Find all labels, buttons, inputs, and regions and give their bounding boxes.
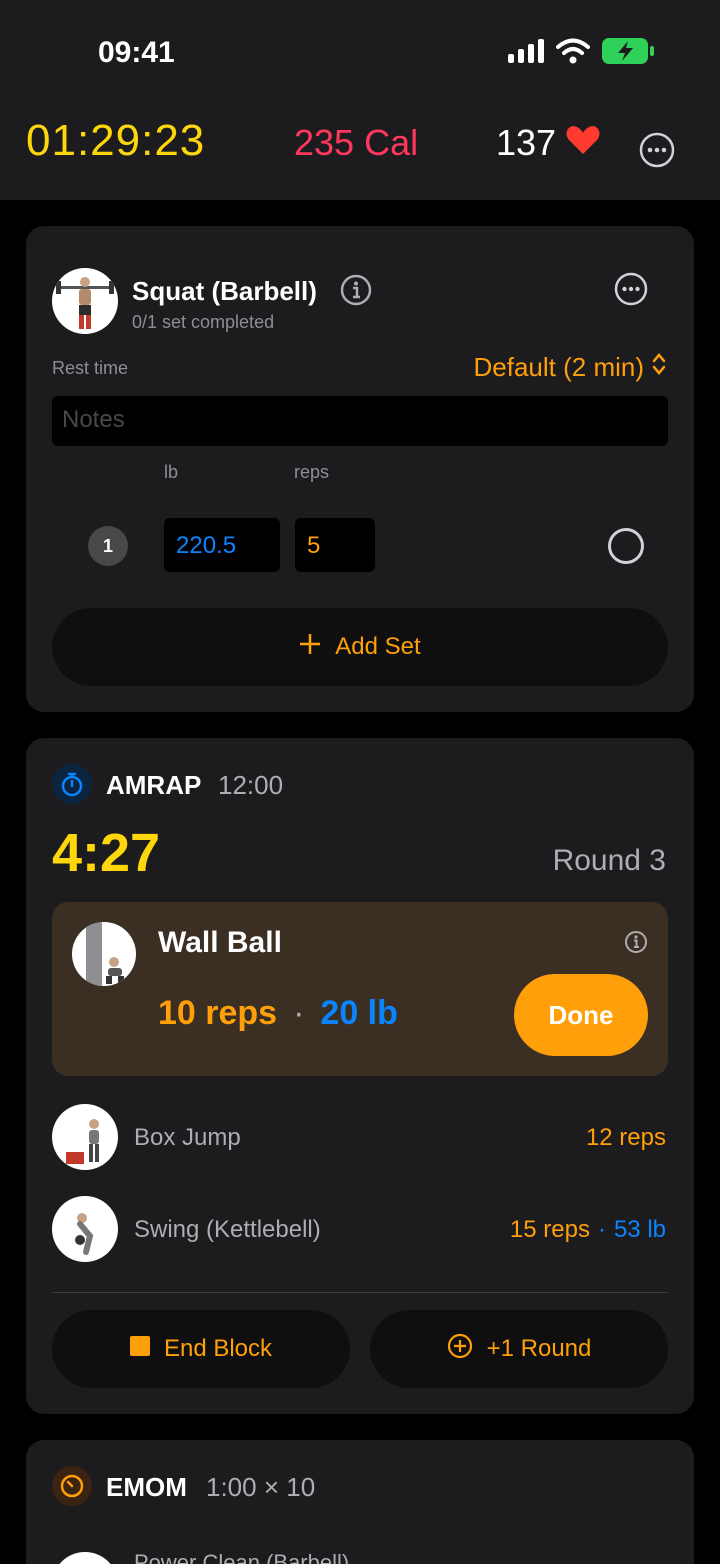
block-type-label: AMRAP <box>106 770 202 800</box>
current-target: 10 reps · 20 lb <box>158 994 398 1033</box>
status-icons <box>508 38 654 69</box>
more-icon <box>614 272 648 306</box>
power-clean-thumbnail[interactable] <box>52 1552 118 1564</box>
target-separator: · <box>293 994 305 1032</box>
end-block-label: End Block <box>163 1335 273 1362</box>
exercise-progress: 0/1 set completed <box>132 312 275 332</box>
box-jump-thumbnail[interactable] <box>52 1104 118 1170</box>
queue-exercise-target: 15 reps · 53 lb <box>510 1216 666 1244</box>
add-round-button[interactable]: +1 Round <box>370 1310 668 1388</box>
current-weight: 20 lb <box>320 994 398 1032</box>
current-reps: 10 reps <box>158 994 278 1032</box>
heart-icon <box>566 122 600 164</box>
current-exercise-name[interactable]: Wall Ball <box>158 926 282 960</box>
timer-icon <box>52 1466 92 1506</box>
add-round-label: +1 Round <box>486 1335 592 1362</box>
queue-exercise-target: 12 reps <box>586 1124 666 1152</box>
more-icon <box>639 132 675 168</box>
calories-readout: 235 Cal <box>294 122 419 163</box>
end-block-button[interactable]: End Block <box>52 1310 350 1388</box>
plus-icon <box>299 633 321 662</box>
queue-exercise-name[interactable]: Swing (Kettlebell) <box>134 1216 321 1244</box>
plus-circle-icon <box>447 1333 473 1366</box>
queue-reps: 12 reps <box>585 1124 666 1151</box>
done-button[interactable]: Done <box>514 974 648 1056</box>
target-separator: · <box>597 1216 606 1243</box>
block-params: 1:00 × 10 <box>206 1472 316 1502</box>
info-icon[interactable] <box>624 930 648 959</box>
block-duration: 12:00 <box>218 770 284 800</box>
workout-header: 09:41 01:29:23 235 Cal 137 <box>0 0 720 200</box>
round-counter: Round 3 <box>552 844 666 877</box>
queue-reps: 15 reps <box>509 1216 590 1243</box>
divider <box>52 1292 668 1293</box>
workout-more-button[interactable] <box>639 132 675 168</box>
exercise-card: Squat (Barbell) 0/1 set completed Rest t… <box>26 226 694 712</box>
next-exercise-name[interactable]: Power Clean (Barbell) <box>134 1550 349 1564</box>
countdown-timer: 4:27 <box>52 823 161 883</box>
reps-column-header: reps <box>294 462 330 482</box>
exercise-more-button[interactable] <box>614 272 648 311</box>
info-icon[interactable] <box>340 274 372 311</box>
add-set-label: Add Set <box>335 633 421 660</box>
notes-input[interactable]: Notes <box>52 396 668 446</box>
wifi-icon <box>556 38 590 69</box>
exercise-thumbnail[interactable] <box>52 268 118 334</box>
queue-exercise-name[interactable]: Box Jump <box>134 1124 241 1152</box>
rest-time-picker[interactable]: Default (2 min) <box>474 352 667 383</box>
battery-charging-icon <box>602 38 654 69</box>
heart-rate-readout: 137 <box>496 122 600 164</box>
exercise-name[interactable]: Squat (Barbell) <box>132 276 317 307</box>
elapsed-timer: 01:29:23 <box>26 116 206 165</box>
status-time: 09:41 <box>98 36 175 69</box>
set-complete-checkbox[interactable] <box>608 528 644 564</box>
stopwatch-icon <box>52 764 92 804</box>
weight-column-header: lb <box>164 462 179 482</box>
rest-time-value: Default (2 min) <box>473 352 645 382</box>
reps-input[interactable]: 5 <box>295 518 375 572</box>
cellular-signal-icon <box>508 39 544 68</box>
rest-time-label: Rest time <box>52 358 129 378</box>
queue-weight: 53 lb <box>613 1216 666 1243</box>
add-set-button[interactable]: Add Set <box>52 608 668 686</box>
emom-block-card: EMOM 1:00 × 10 Power Clean (Barbell) <box>26 1440 694 1564</box>
amrap-block-card: AMRAP 12:00 4:27 Round 3 Wall Ball 10 re… <box>26 738 694 1414</box>
set-number-badge[interactable]: 1 <box>88 526 128 566</box>
kettlebell-swing-thumbnail[interactable] <box>52 1196 118 1262</box>
chevron-up-down-icon <box>652 352 666 383</box>
weight-input[interactable]: 220.5 <box>164 518 280 572</box>
stop-icon <box>129 1335 150 1363</box>
heart-rate-value: 137 <box>496 122 557 163</box>
wall-ball-thumbnail[interactable] <box>72 922 136 986</box>
block-type-label: EMOM <box>106 1472 187 1502</box>
current-exercise-panel: Wall Ball 10 reps · 20 lb Done <box>52 902 668 1076</box>
